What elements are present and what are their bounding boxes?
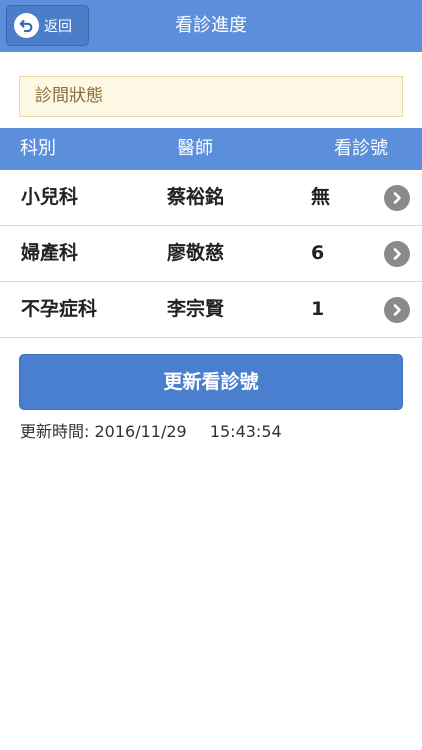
table-row[interactable]: 婦產科 廖敬慈 6 [0,226,422,282]
department-cell: 小兒科 [21,186,79,208]
column-header-number: 看診號 [334,138,388,159]
column-header-doctor: 醫師 [177,138,213,159]
last-updated-date: 2016/11/29 [94,422,187,441]
last-updated: 更新時間: 2016/11/29 15:43:54 [20,420,282,444]
page-title: 看診進度 [175,15,247,36]
department-cell: 婦產科 [21,242,79,264]
last-updated-time: 15:43:54 [209,422,282,441]
clinic-number-cell: 6 [311,242,325,264]
last-updated-label: 更新時間: [20,422,90,441]
table-header: 科別 醫師 看診號 [0,128,422,170]
doctor-cell: 李宗賢 [167,298,225,320]
doctor-cell: 蔡裕銘 [167,186,225,208]
refresh-number-button[interactable]: 更新看診號 [19,354,403,410]
table-row[interactable]: 小兒科 蔡裕銘 無 [0,170,422,226]
table-row[interactable]: 不孕症科 李宗賢 1 [0,282,422,338]
clinic-number-cell: 1 [311,298,325,320]
chevron-right-circle-icon[interactable] [384,241,410,267]
chevron-right-circle-icon[interactable] [384,297,410,323]
chevron-right-circle-icon[interactable] [384,185,410,211]
department-cell: 不孕症科 [21,298,98,320]
top-bar: 返回 看診進度 [0,0,422,52]
doctor-cell: 廖敬慈 [167,242,225,264]
clinic-number-cell: 無 [311,186,331,208]
clinic-status-panel: 診間狀態 [19,76,403,117]
column-header-department: 科別 [20,138,56,159]
